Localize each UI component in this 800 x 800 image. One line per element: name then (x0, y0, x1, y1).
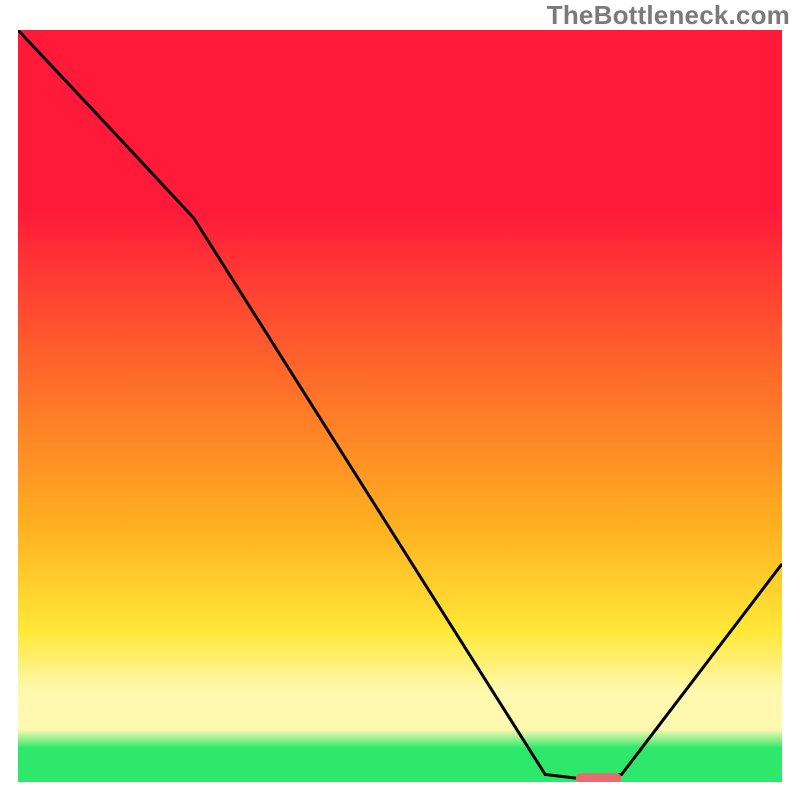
optimal-range-marker (576, 773, 622, 782)
plot-area (18, 30, 782, 782)
gradient-background (18, 30, 782, 782)
chart-svg (18, 30, 782, 782)
chart-stage: TheBottleneck.com (0, 0, 800, 800)
watermark-text: TheBottleneck.com (547, 0, 790, 31)
